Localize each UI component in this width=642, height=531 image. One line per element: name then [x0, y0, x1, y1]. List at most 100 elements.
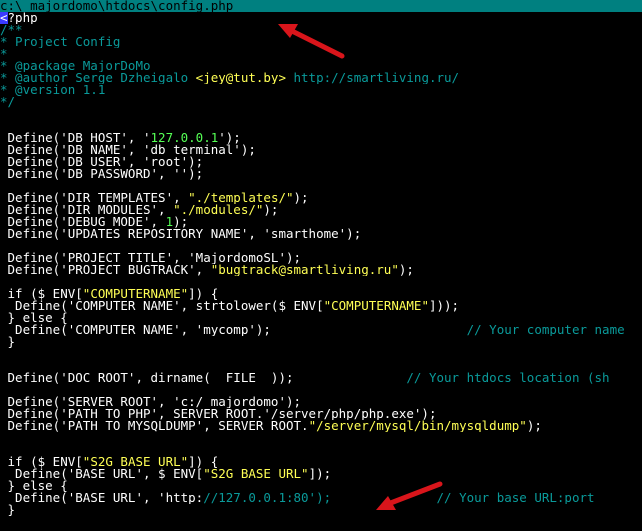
code-line: Define('DB_HOST', '127.0.0.1'); [0, 132, 642, 144]
code-token: Define('DEBUG_MODE', [0, 216, 166, 228]
code-token: Define('PATH_TO_MYSQLDUMP', SERVER_ROOT. [0, 420, 309, 432]
code-token: // Your base URL:port [436, 492, 595, 504]
code-line: Define('DIR_MODULES', "./modules/"); [0, 204, 642, 216]
code-token: } else { [0, 312, 68, 324]
code-line: * @package MajorDoMo [0, 60, 642, 72]
code-token: Define('COMPUTER_NAME', strtolower($_ENV… [0, 300, 324, 312]
code-line: } [0, 504, 642, 516]
code-line: } else { [0, 480, 642, 492]
code-token: ]) { [188, 288, 219, 300]
code-line: Define('COMPUTER_NAME', strtolower($_ENV… [0, 300, 642, 312]
code-line: Define('PROJECT_BUGTRACK', "bugtrack@sma… [0, 264, 642, 276]
code-token: "/server/mysql/bin/mysqldump" [308, 420, 527, 432]
red-arrow-icon [278, 24, 345, 59]
code-line: Define('PROJECT_TITLE', 'MajordomoSL'); [0, 252, 642, 264]
code-comment: * @package MajorDoMo [0, 60, 151, 72]
code-token: Define('PROJECT_BUGTRACK', [0, 264, 211, 276]
code-token: Define('DOC_ROOT', dirname(__FILE__)); [0, 372, 407, 384]
red-arrow-icon [376, 481, 443, 510]
code-token: Define('DB_HOST', ' [0, 132, 151, 144]
code-token: <jey@tut.by> [195, 72, 286, 84]
code-line: Define('BASE_URL', 'http://127.0.0.1:80'… [0, 492, 642, 504]
code-token: ); [398, 264, 414, 276]
code-token: "bugtrack@smartliving.ru" [210, 264, 399, 276]
code-line: Define('PATH_TO_MYSQLDUMP', SERVER_ROOT.… [0, 420, 642, 432]
code-token: ?php [7, 12, 38, 24]
code-token: } [0, 336, 16, 348]
code-token: // Your computer name [466, 324, 625, 336]
code-line: * @author Serge Dzheigalo <jey@tut.by> h… [0, 72, 642, 84]
code-line: } [0, 336, 642, 348]
code-token: "S2G_BASE_URL" [203, 468, 309, 480]
code-token: ); [263, 204, 279, 216]
code-comment: */ [0, 96, 16, 108]
code-token: if ($_ENV[ [0, 456, 83, 468]
code-token: Define('DIR_MODULES', [0, 204, 174, 216]
code-line: Define('SERVER_ROOT', 'c:/_majordomo'); [0, 396, 642, 408]
code-line: Define('DB_PASSWORD', ''); [0, 168, 642, 180]
code-editor[interactable]: <?php/** * Project Config * * @package Majo… [0, 12, 642, 531]
code-token: 1 [165, 216, 174, 228]
code-line: * @version 1.1 [0, 84, 642, 96]
code-token: ])); [428, 300, 460, 312]
code-token: Define('SERVER_ROOT', 'c:/_majordomo'); [0, 396, 302, 408]
code-line: Define('BASE_URL', $_ENV["S2G_BASE_URL"]… [0, 468, 642, 480]
code-line: Define('DOC_ROOT', dirname(__FILE__)); /… [0, 372, 642, 384]
code-token: http://smartliving.ru/ [285, 72, 460, 84]
code-token: '); [218, 132, 241, 144]
code-token: "S2G_BASE_URL" [82, 456, 189, 468]
code-token: ]) { [188, 456, 219, 468]
code-comment: /** [0, 24, 23, 36]
code-token: } else { [0, 480, 68, 492]
code-line: Define('UPDATES_REPOSITORY_NAME', 'smart… [0, 228, 642, 240]
code-comment: * @version 1.1 [0, 84, 106, 96]
code-token: ); [293, 192, 309, 204]
code-line: Define('DB_NAME', 'db_terminal'); [0, 144, 642, 156]
code-token: "./templates/" [188, 192, 294, 204]
code-line: Define('DB_USER', 'root'); [0, 156, 642, 168]
code-token: if ($_ENV[ [0, 288, 83, 300]
code-token: Define('DB_USER', 'root'); [0, 156, 204, 168]
code-token: * @author Serge Dzheigalo [0, 72, 196, 84]
code-line: if ($_ENV["COMPUTERNAME"]) { [0, 288, 642, 300]
code-line: Define('COMPUTER_NAME', 'mycomp'); // Yo… [0, 324, 642, 336]
code-token: Define('UPDATES_REPOSITORY_NAME', 'smart… [0, 228, 362, 240]
code-token: ); [526, 420, 542, 432]
code-line: if ($_ENV["S2G_BASE_URL"]) { [0, 456, 642, 468]
code-token: //127.0.0.1:80'); [203, 492, 332, 504]
code-token: Define('BASE_URL', 'http: [0, 492, 204, 504]
code-token: } [0, 504, 16, 516]
code-line: Define('PATH_TO_PHP', SERVER_ROOT.'/serv… [0, 408, 642, 420]
text-cursor: < [0, 12, 8, 24]
code-token: Define('DIR_TEMPLATES', [0, 192, 189, 204]
window-title: c:\_majordomo\htdocs\config.php [0, 0, 642, 12]
code-token: // Your htdocs location (sh [406, 372, 610, 384]
code-token: Define('DB_NAME', 'db_terminal'); [0, 144, 256, 156]
code-line: Define('DEBUG_MODE', 1); [0, 216, 642, 228]
code-token: Define('COMPUTER_NAME', 'mycomp'); [0, 324, 467, 336]
code-comment: * [0, 48, 8, 60]
code-token: "./modules/" [173, 204, 264, 216]
code-line: */ [0, 96, 642, 108]
code-token: "COMPUTERNAME" [82, 288, 189, 300]
code-token: Define('PATH_TO_PHP', SERVER_ROOT.'/serv… [0, 408, 437, 420]
code-line: Define('DIR_TEMPLATES', "./templates/"); [0, 192, 642, 204]
code-token: Define('BASE_URL', $_ENV[ [0, 468, 204, 480]
code-token: ); [173, 216, 189, 228]
code-token: 127.0.0.1 [150, 132, 219, 144]
code-token: "COMPUTERNAME" [323, 300, 429, 312]
code-token: Define('PROJECT_TITLE', 'MajordomoSL'); [0, 252, 302, 264]
code-token: Define('DB_PASSWORD', ''); [0, 168, 204, 180]
code-line: } else { [0, 312, 642, 324]
code-comment: * Project Config [0, 36, 121, 48]
